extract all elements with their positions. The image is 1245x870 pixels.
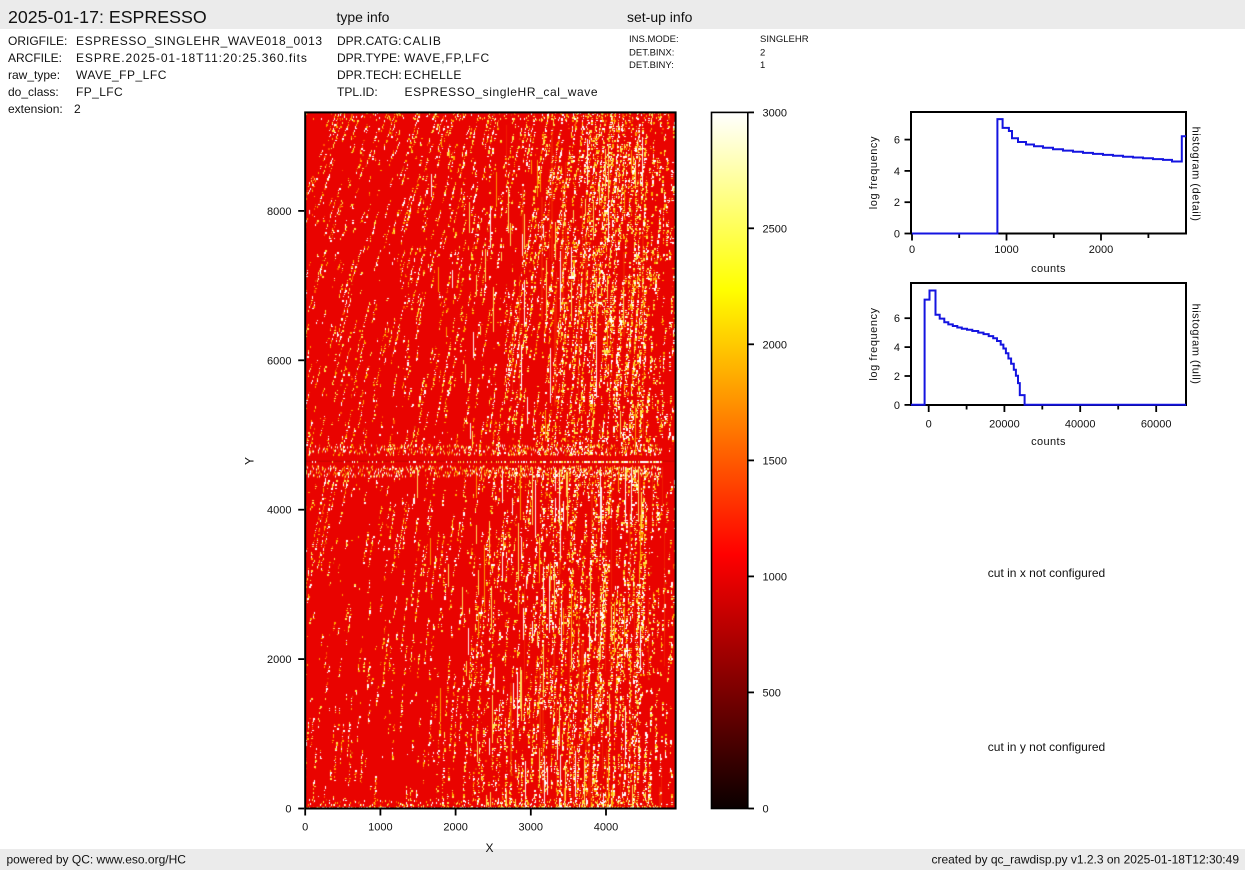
svg-text:4: 4 bbox=[894, 166, 900, 178]
svg-text:6: 6 bbox=[894, 135, 900, 147]
svg-text:40000: 40000 bbox=[1065, 419, 1096, 431]
svg-text:0: 0 bbox=[285, 804, 291, 816]
svg-text:DPR.TECH:: DPR.TECH: bbox=[337, 68, 402, 82]
svg-text:2000: 2000 bbox=[763, 339, 787, 351]
svg-text:8000: 8000 bbox=[267, 206, 291, 218]
svg-text:0: 0 bbox=[894, 400, 900, 412]
svg-text:2000: 2000 bbox=[267, 654, 291, 666]
svg-text:2000: 2000 bbox=[443, 822, 467, 834]
svg-text:ECHELLE: ECHELLE bbox=[404, 68, 462, 82]
svg-text:3000: 3000 bbox=[519, 822, 543, 834]
svg-text:ORIGFILE:: ORIGFILE: bbox=[8, 34, 67, 48]
svg-text:3000: 3000 bbox=[763, 107, 787, 119]
svg-text:1000: 1000 bbox=[368, 822, 392, 834]
svg-text:0: 0 bbox=[763, 804, 769, 816]
svg-text:1000: 1000 bbox=[994, 244, 1018, 256]
svg-text:FP_LFC: FP_LFC bbox=[76, 85, 123, 99]
svg-text:DPR.TYPE:: DPR.TYPE: bbox=[337, 51, 400, 65]
svg-text:2: 2 bbox=[894, 371, 900, 383]
svg-text:1000: 1000 bbox=[763, 571, 787, 583]
svg-text:0: 0 bbox=[926, 419, 932, 431]
svg-text:2500: 2500 bbox=[763, 223, 787, 235]
svg-text:60000: 60000 bbox=[1141, 419, 1172, 431]
svg-text:4000: 4000 bbox=[267, 505, 291, 517]
svg-text:cut in y not configured: cut in y not configured bbox=[988, 740, 1105, 754]
svg-text:2: 2 bbox=[74, 102, 81, 116]
svg-text:6000: 6000 bbox=[267, 355, 291, 367]
svg-text:log frequency: log frequency bbox=[868, 307, 880, 380]
svg-text:histogram (full): histogram (full) bbox=[1190, 304, 1202, 385]
svg-text:powered by QC: www.eso.org/HC: powered by QC: www.eso.org/HC bbox=[7, 853, 187, 867]
svg-text:ESPRESSO_SINGLEHR_WAVE018_0013: ESPRESSO_SINGLEHR_WAVE018_0013 bbox=[76, 34, 323, 48]
svg-text:1500: 1500 bbox=[763, 455, 787, 467]
svg-text:X: X bbox=[485, 841, 493, 855]
svg-text:do_class:: do_class: bbox=[8, 85, 59, 99]
svg-text:WAVE,FP,LFC: WAVE,FP,LFC bbox=[404, 51, 490, 65]
svg-text:ESPRE.2025-01-18T11:20:25.360.: ESPRE.2025-01-18T11:20:25.360.fits bbox=[76, 51, 308, 65]
svg-text:2000: 2000 bbox=[1089, 244, 1113, 256]
svg-text:20000: 20000 bbox=[989, 419, 1020, 431]
svg-text:0: 0 bbox=[894, 229, 900, 241]
svg-text:Y: Y bbox=[243, 457, 257, 465]
svg-text:6: 6 bbox=[894, 313, 900, 325]
svg-text:extension:: extension: bbox=[8, 102, 63, 116]
svg-text:set-up info: set-up info bbox=[627, 9, 693, 25]
svg-text:created by qc_rawdisp.py v1.2.: created by qc_rawdisp.py v1.2.3 on 2025-… bbox=[931, 853, 1239, 867]
svg-text:2: 2 bbox=[894, 197, 900, 209]
svg-text:histogram (detail): histogram (detail) bbox=[1190, 127, 1202, 222]
svg-text:DPR.CATG:: DPR.CATG: bbox=[337, 34, 401, 48]
svg-text:WAVE_FP_LFC: WAVE_FP_LFC bbox=[76, 68, 167, 82]
svg-text:2: 2 bbox=[760, 48, 765, 59]
svg-text:log frequency: log frequency bbox=[868, 136, 880, 209]
svg-text:type info: type info bbox=[337, 9, 390, 25]
svg-text:counts: counts bbox=[1031, 436, 1066, 448]
svg-text:CALIB: CALIB bbox=[403, 34, 442, 48]
svg-text:INS.MODE:: INS.MODE: bbox=[629, 34, 679, 45]
svg-text:SINGLEHR: SINGLEHR bbox=[760, 34, 809, 45]
svg-text:0: 0 bbox=[302, 822, 308, 834]
svg-text:4: 4 bbox=[894, 342, 900, 354]
svg-text:2025-01-17: ESPRESSO: 2025-01-17: ESPRESSO bbox=[8, 7, 207, 27]
svg-text:DET.BINX:: DET.BINX: bbox=[629, 48, 674, 59]
svg-text:cut in x not configured: cut in x not configured bbox=[988, 566, 1105, 580]
svg-text:DET.BINY:: DET.BINY: bbox=[629, 60, 674, 71]
svg-text:TPL.ID:: TPL.ID: bbox=[337, 85, 378, 99]
svg-text:counts: counts bbox=[1031, 263, 1066, 275]
svg-text:4000: 4000 bbox=[594, 822, 618, 834]
svg-text:1: 1 bbox=[760, 60, 765, 71]
svg-text:500: 500 bbox=[763, 687, 781, 699]
svg-text:0: 0 bbox=[909, 244, 915, 256]
svg-text:raw_type:: raw_type: bbox=[8, 68, 60, 82]
svg-text:ESPRESSO_singleHR_cal_wave: ESPRESSO_singleHR_cal_wave bbox=[405, 85, 599, 99]
svg-text:ARCFILE:: ARCFILE: bbox=[8, 51, 62, 65]
